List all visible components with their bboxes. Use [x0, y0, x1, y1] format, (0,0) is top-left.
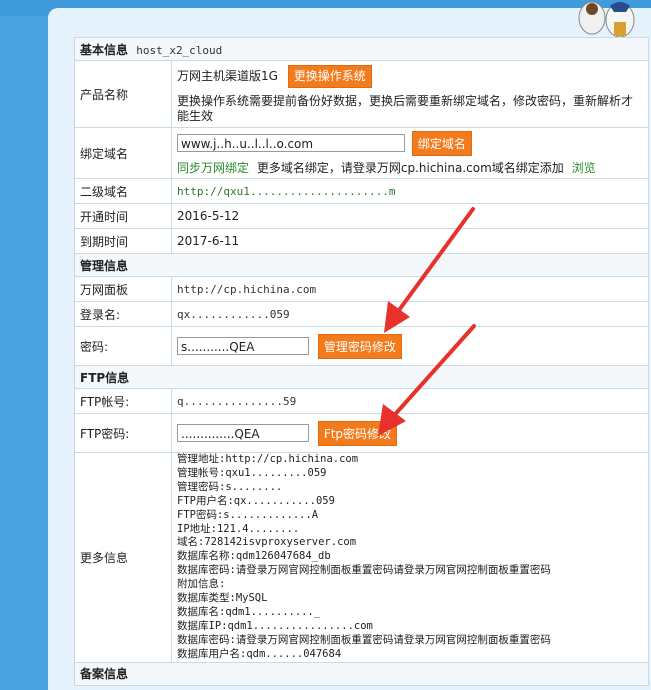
host-info-table: 基本信息 host_x2_cloud 产品名称 万网主机渠道版1G 更换操作系统…	[74, 37, 649, 686]
row-password: 密码: s...........QEA 管理密码修改	[74, 326, 649, 366]
more-info-line: 数据库密码:请登录万网官网控制面板重置密码请登录万网官网控制面板重置密码	[177, 564, 551, 577]
more-info-line: 数据库名:qdm1.........._	[177, 605, 321, 618]
section-basic-title: 基本信息	[80, 42, 129, 57]
row-ftp-account: FTP帐号: q...............59	[74, 388, 649, 414]
more-info-line: 附加信息:	[177, 578, 226, 591]
more-info-list: 管理地址:http://cp.hichina.com 管理帐号:qxu1....…	[171, 452, 649, 663]
row-ftp-password: FTP密码: ..............QEA Ftp密码修改	[74, 413, 649, 453]
row-panel: 万网面板 http://cp.hichina.com	[74, 276, 649, 302]
expire-time-value: 2017-6-11	[171, 228, 649, 254]
more-info-line: 数据库用户名:qdm......047684	[177, 647, 342, 660]
row-login: 登录名: qx............059	[74, 301, 649, 327]
section-manage: 管理信息	[74, 253, 649, 277]
password-label: 密码:	[74, 326, 172, 366]
more-info-line: 管理密码:s........	[177, 480, 283, 493]
section-manage-title: 管理信息	[74, 253, 649, 277]
subdomain-link[interactable]: http://qxu1.....................m	[171, 178, 649, 204]
sync-bind-link[interactable]: 同步万网绑定	[177, 161, 249, 175]
more-info-line: 管理地址:http://cp.hichina.com	[177, 453, 359, 465]
login-label: 登录名:	[74, 301, 172, 327]
subdomain-label: 二级域名	[74, 178, 172, 204]
password-input[interactable]: s...........QEA	[177, 337, 309, 355]
more-info-line: 管理帐号:qxu1.........059	[177, 466, 327, 479]
more-info-line: 数据库IP:qdm1................com	[177, 619, 373, 632]
row-bind-domain: 绑定域名 www.j..h..u..l..l..o.com 绑定域名 同步万网绑…	[74, 127, 649, 179]
product-label: 产品名称	[74, 60, 172, 128]
open-time-value: 2016-5-12	[171, 203, 649, 229]
more-info-line: 数据库密码:请登录万网官网控制面板重置密码请登录万网官网控制面板重置密码	[177, 633, 551, 646]
more-info-line: 域名:728142isvproxyserver.com	[177, 536, 357, 549]
more-info-line: FTP密码:s.............A	[177, 508, 319, 521]
bind-domain-button[interactable]: 绑定域名	[411, 130, 472, 156]
row-product: 产品名称 万网主机渠道版1G 更换操作系统 更换操作系统需要提前备份好数据，更换…	[74, 60, 649, 128]
row-more-info: 更多信息 管理地址:http://cp.hichina.com 管理帐号:qxu…	[74, 452, 649, 663]
product-name: 万网主机渠道版1G	[177, 68, 278, 83]
bind-domain-input[interactable]: www.j..h..u..l..l..o.com	[177, 134, 405, 152]
panel-label: 万网面板	[74, 276, 172, 302]
bind-domain-label: 绑定域名	[74, 127, 172, 179]
expire-time-label: 到期时间	[74, 228, 172, 254]
section-ftp-title: FTP信息	[74, 365, 649, 389]
mascot-image	[578, 1, 635, 38]
browse-link[interactable]: 浏览	[572, 161, 596, 175]
more-info-line: FTP用户名:qx...........059	[177, 494, 335, 507]
ftp-account-label: FTP帐号:	[74, 388, 172, 414]
more-info-line: 数据库名称:qdm126047684_db	[177, 550, 331, 563]
ftp-account-value: q...............59	[171, 388, 649, 414]
more-info-line: 数据库类型:MySQL	[177, 592, 268, 605]
ftp-password-input[interactable]: ..............QEA	[177, 424, 309, 442]
section-record: 备案信息	[74, 661, 649, 686]
row-expire-time: 到期时间 2017-6-11	[74, 228, 649, 254]
section-ftp: FTP信息	[74, 365, 649, 389]
host-type: host_x2_cloud	[136, 43, 223, 57]
ftp-password-button[interactable]: Ftp密码修改	[317, 420, 398, 446]
more-bind-text: 更多域名绑定，请登录万网cp.hichina.com域名绑定添加	[256, 160, 564, 175]
change-os-button[interactable]: 更换操作系统	[287, 64, 372, 88]
section-basic: 基本信息 host_x2_cloud	[74, 37, 649, 61]
row-subdomain: 二级域名 http://qxu1.....................m	[74, 178, 649, 204]
panel-url: http://cp.hichina.com	[171, 276, 649, 302]
ftp-password-label: FTP密码:	[74, 413, 172, 453]
manage-password-button[interactable]: 管理密码修改	[317, 333, 402, 359]
open-time-label: 开通时间	[74, 203, 172, 229]
login-value: qx............059	[171, 301, 649, 327]
section-record-title: 备案信息	[74, 661, 649, 686]
more-info-line: IP地址:121.4........	[177, 522, 300, 535]
change-os-note: 更换操作系统需要提前备份好数据，更换后需要重新绑定域名，修改密码，重新解析才能生…	[177, 93, 634, 123]
more-info-label: 更多信息	[74, 452, 172, 663]
row-open-time: 开通时间 2016-5-12	[74, 203, 649, 229]
